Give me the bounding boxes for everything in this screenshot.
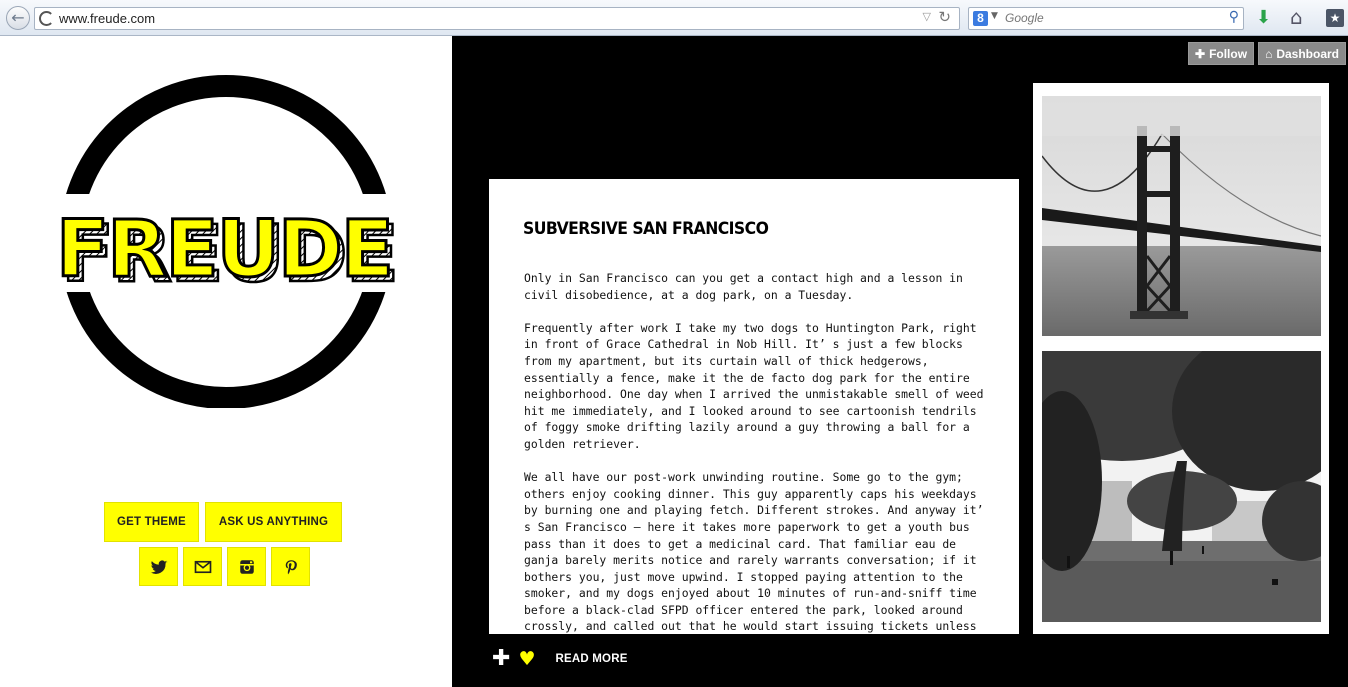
ask-us-anything-button[interactable]: ASK US ANYTHING	[204, 502, 343, 542]
post-paragraph: We all have our post-work unwinding rout…	[524, 470, 984, 634]
page: FREUDE FREUDE GET THEME ASK US ANYTHING	[0, 36, 1348, 687]
tumblr-controls: ✚ Follow ⌂ Dashboard	[1188, 42, 1346, 65]
freude-logo[interactable]: FREUDE FREUDE	[44, 74, 408, 409]
follow-label: Follow	[1209, 46, 1248, 61]
url-text: www.freude.com	[59, 11, 156, 26]
search-engine-dropdown-icon[interactable]: ▼	[991, 11, 998, 21]
search-placeholder: Google	[1005, 11, 1044, 25]
dashboard-button[interactable]: ⌂ Dashboard	[1258, 42, 1346, 65]
home-icon[interactable]: ⌂	[1290, 6, 1303, 28]
main-content: ✚ Follow ⌂ Dashboard SUBVERSIVE SAN FRAN…	[452, 36, 1348, 687]
post-paragraph: Only in San Francisco can you get a cont…	[524, 271, 963, 302]
pinterest-button[interactable]	[271, 547, 310, 586]
mail-button[interactable]	[183, 547, 222, 586]
sidebar-button-row: GET THEME ASK US ANYTHING	[104, 502, 343, 542]
instagram-icon	[239, 559, 254, 574]
post-card: SUBVERSIVE SAN FRANCISCO Only in San Fra…	[489, 179, 1019, 634]
get-theme-button[interactable]: GET THEME	[104, 502, 199, 542]
browser-toolbar: ← www.freude.com ▽ ↻ 8 ▼ Google ⚲ ⬇ ⌂ ★	[0, 0, 1348, 36]
sidebar: FREUDE FREUDE GET THEME ASK US ANYTHING	[0, 36, 452, 687]
download-icon[interactable]: ⬇	[1256, 8, 1271, 28]
search-magnifier-icon[interactable]: ⚲	[1229, 9, 1239, 25]
reload-icon[interactable]: ↻	[938, 8, 951, 26]
back-arrow-icon[interactable]: ←	[6, 6, 30, 30]
bookmarks-icon[interactable]: ★	[1326, 9, 1344, 27]
park-image	[1042, 351, 1321, 622]
google-icon[interactable]: 8	[973, 11, 988, 26]
mail-icon	[194, 560, 211, 573]
twitter-button[interactable]	[139, 547, 178, 586]
pinterest-icon	[285, 559, 297, 574]
dashboard-label: Dashboard	[1276, 46, 1339, 61]
post-paragraph: Frequently after work I take my two dogs…	[524, 320, 984, 451]
read-more-link[interactable]: READ MORE	[555, 653, 627, 665]
logo-text: FREUDE	[56, 205, 392, 295]
follow-button[interactable]: ✚ Follow	[1188, 42, 1255, 65]
post-actions: ✚ ♥ READ MORE	[492, 648, 628, 671]
reblog-plus-icon[interactable]: ✚	[492, 648, 510, 670]
photo-card	[1033, 83, 1329, 634]
url-dropdown-icon[interactable]: ▽	[923, 10, 931, 23]
like-heart-icon[interactable]: ♥	[518, 648, 535, 670]
post-body: Only in San Francisco can you get a cont…	[524, 270, 994, 634]
park-trees-photo[interactable]	[1042, 351, 1321, 622]
bridge-image	[1042, 96, 1321, 336]
post-title[interactable]: SUBVERSIVE SAN FRANCISCO	[523, 219, 769, 239]
home-icon: ⌂	[1265, 46, 1273, 61]
logo-graphic: FREUDE FREUDE	[44, 75, 408, 409]
plus-icon: ✚	[1195, 46, 1206, 61]
search-bar[interactable]: 8 ▼ Google ⚲	[968, 7, 1244, 30]
twitter-icon	[150, 559, 167, 574]
instagram-button[interactable]	[227, 547, 266, 586]
golden-gate-bridge-photo[interactable]	[1042, 96, 1321, 336]
loading-spinner-icon	[39, 11, 54, 26]
social-icons	[139, 547, 310, 586]
address-bar[interactable]: www.freude.com ▽ ↻	[34, 7, 960, 30]
